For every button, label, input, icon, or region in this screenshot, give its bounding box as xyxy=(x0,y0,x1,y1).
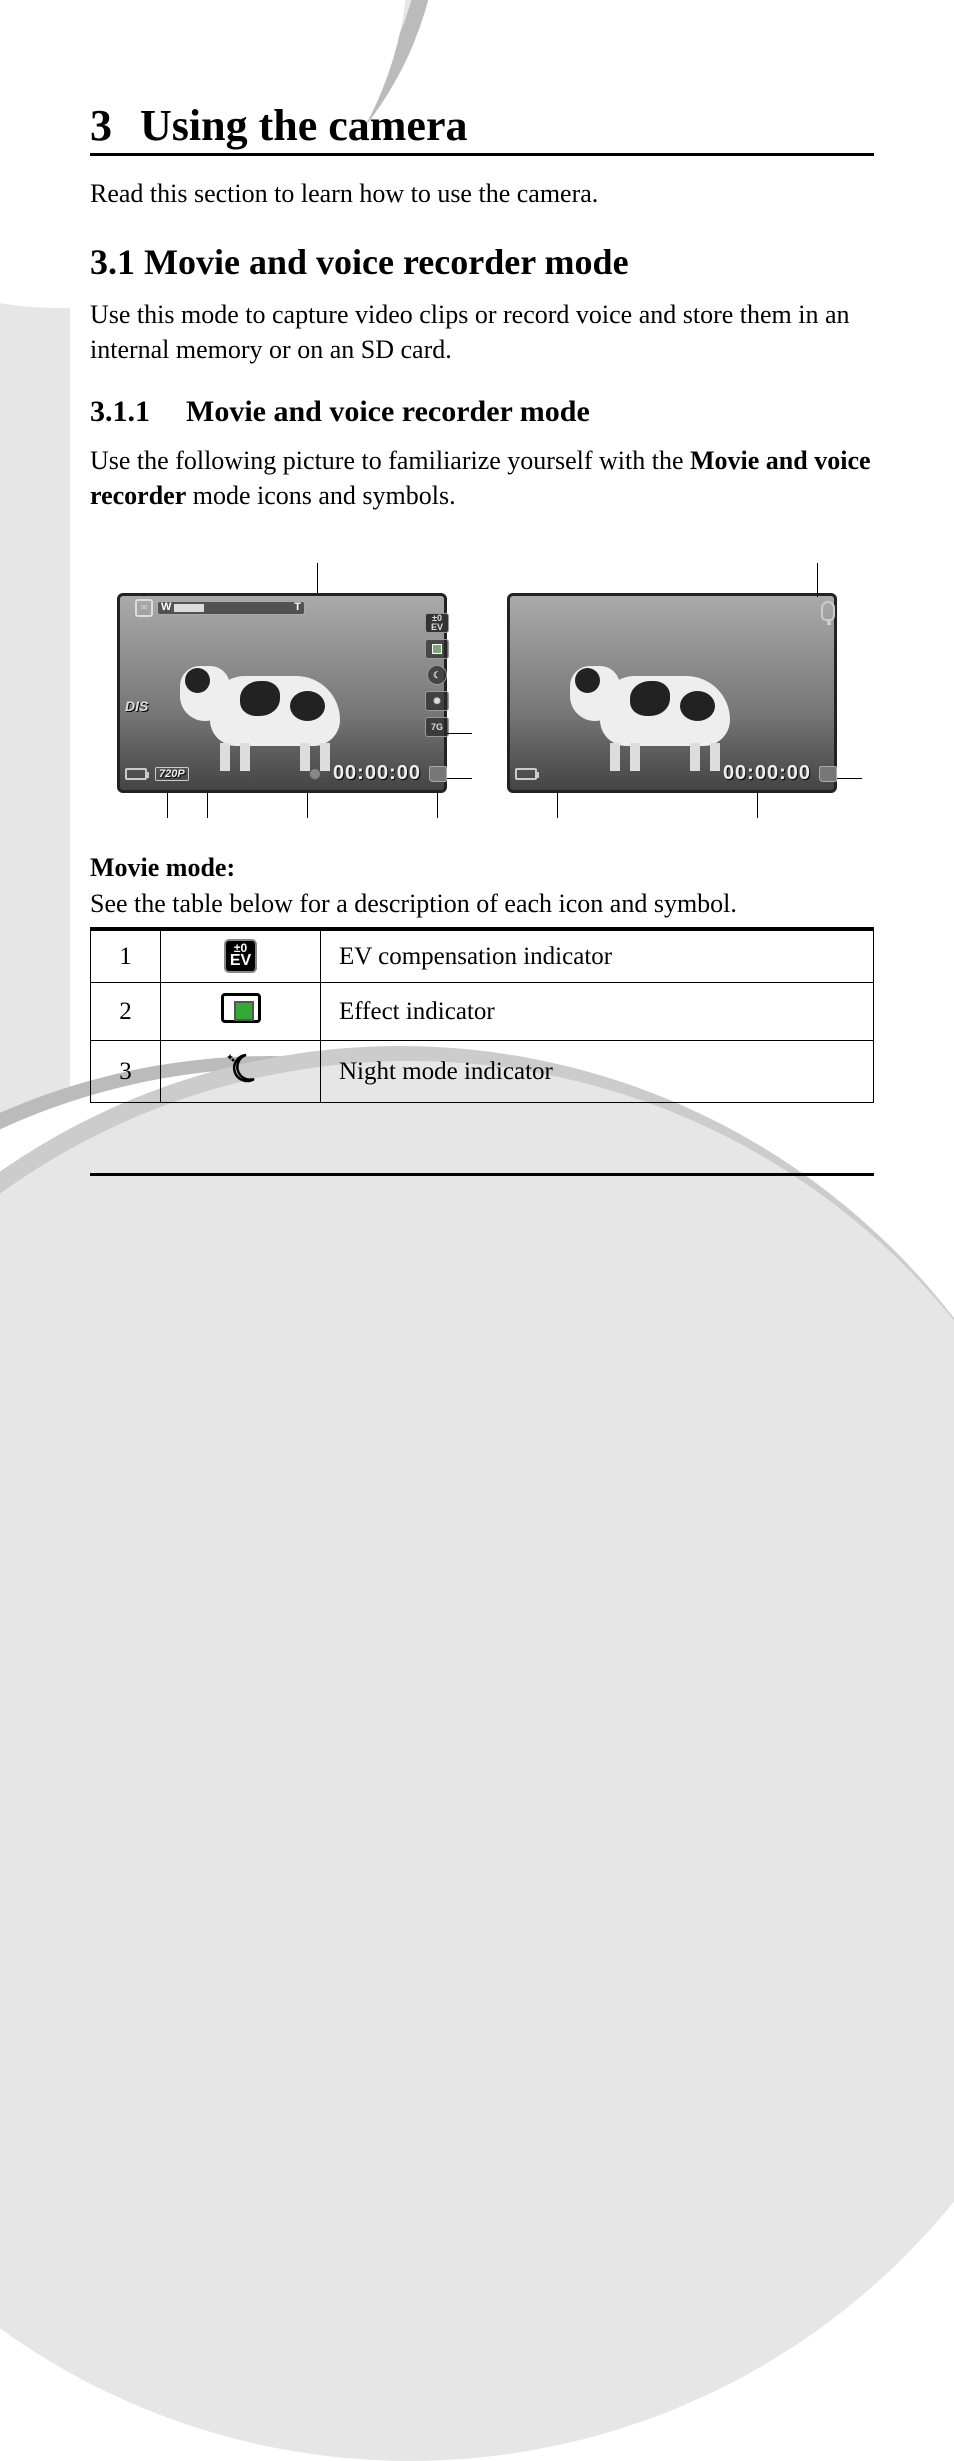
section-body: Use this mode to capture video clips or … xyxy=(90,297,874,367)
quality-icon: 7G xyxy=(425,717,449,737)
subsection-body: Use the following picture to familiarize… xyxy=(90,443,874,513)
icon-table: 1 ±0 EV EV compensation indicator 2 Effe… xyxy=(90,927,874,1103)
night-mode-icon: ☾ xyxy=(427,665,447,685)
sample-image-cow xyxy=(570,646,760,766)
sd-card-icon xyxy=(819,766,837,782)
row-icon: ±0 EV xyxy=(161,929,321,982)
sample-image-cow xyxy=(180,646,370,766)
osd-zoom-bar: ∞ xyxy=(135,599,305,617)
chapter-number: 3 xyxy=(90,101,112,150)
movie-mode-figure: ∞ ±0EV ☾ ✺ 7G DIS 720P 00:00:00 xyxy=(107,563,467,813)
footer-rule xyxy=(90,1173,874,1176)
section-title: Movie and voice recorder mode xyxy=(144,242,629,282)
effect-indicator-icon xyxy=(221,993,261,1023)
section-heading: 3.1 Movie and voice recorder mode xyxy=(90,241,874,283)
record-dot-icon xyxy=(309,768,321,780)
microphone-icon xyxy=(821,601,835,621)
resolution-badge: 720P xyxy=(155,767,189,781)
ev-icon-bottom: EV xyxy=(230,952,251,969)
subsection-heading: 3.1.1 Movie and voice recorder mode xyxy=(90,395,874,429)
sd-card-icon xyxy=(429,766,447,782)
table-intro: See the table below for a description of… xyxy=(90,889,874,919)
row-description: Effect indicator xyxy=(321,983,874,1041)
row-description: EV compensation indicator xyxy=(321,929,874,982)
decorative-curve xyxy=(0,1046,954,2446)
subsection-body-pre: Use the following picture to familiarize… xyxy=(90,446,690,475)
subsection-title: Movie and voice recorder mode xyxy=(186,395,590,428)
subsection-body-post: mode icons and symbols. xyxy=(186,481,455,510)
osd-bottom-row: 00:00:00 xyxy=(515,762,837,785)
chapter-heading: 3 Using the camera xyxy=(90,100,874,156)
figures-row: ∞ ±0EV ☾ ✺ 7G DIS 720P 00:00:00 xyxy=(90,563,874,813)
battery-icon xyxy=(125,768,147,780)
focus-infinity-icon: ∞ xyxy=(135,599,153,617)
chapter-title: Using the camera xyxy=(140,101,468,150)
table-row: 3 Night mode indicator xyxy=(91,1041,874,1103)
row-icon xyxy=(161,1041,321,1103)
record-time: 00:00:00 xyxy=(333,762,421,785)
osd-bottom-row: 720P 00:00:00 xyxy=(125,762,447,785)
zoom-bar xyxy=(157,601,305,615)
dis-label: DIS xyxy=(125,698,148,714)
section-number: 3.1 xyxy=(90,242,135,282)
effect-icon xyxy=(425,639,449,659)
osd-right-icons: ±0EV ☾ ✺ 7G xyxy=(425,613,449,737)
chapter-intro: Read this section to learn how to use th… xyxy=(90,176,874,211)
row-number: 1 xyxy=(91,929,161,982)
subsection-number: 3.1.1 xyxy=(90,395,150,428)
table-row: 2 Effect indicator xyxy=(91,983,874,1041)
row-icon xyxy=(161,983,321,1041)
ev-icon: ±0EV xyxy=(425,613,449,633)
movie-mode-heading: Movie mode: xyxy=(90,853,874,883)
row-description: Night mode indicator xyxy=(321,1041,874,1103)
battery-icon xyxy=(515,768,537,780)
row-number: 3 xyxy=(91,1041,161,1103)
ev-compensation-icon: ±0 EV xyxy=(226,941,255,970)
record-time: 00:00:00 xyxy=(723,762,811,785)
night-mode-indicator-icon xyxy=(224,1051,258,1085)
table-row: 1 ±0 EV EV compensation indicator xyxy=(91,929,874,982)
row-number: 2 xyxy=(91,983,161,1041)
white-balance-icon: ✺ xyxy=(425,691,449,711)
voice-mode-figure: 00:00:00 xyxy=(497,563,857,813)
